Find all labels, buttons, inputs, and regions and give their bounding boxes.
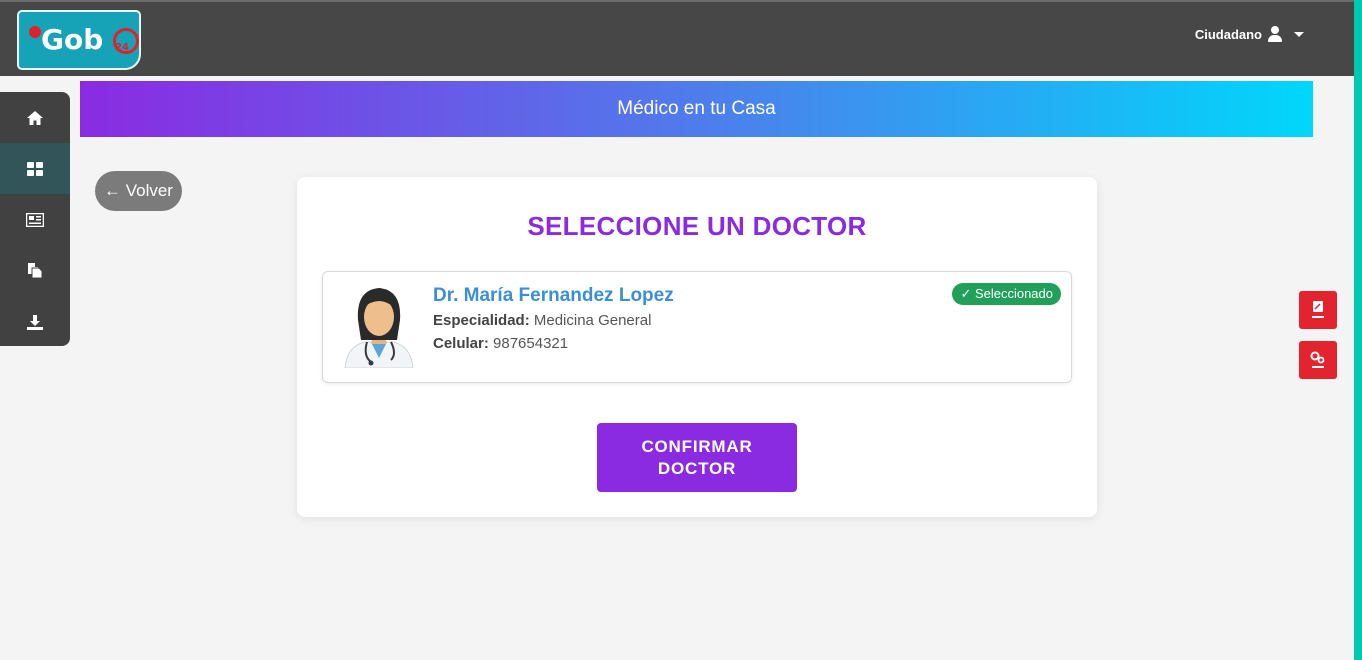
edit-document-icon [1312,301,1324,318]
sidebar-item-download[interactable] [0,296,70,346]
page-banner: Médico en tu Casa [80,81,1313,137]
status-badge: ✓ Seleccionado [952,283,1061,305]
doctor-phone: Celular: 987654321 [433,335,568,352]
logo-dot [29,26,41,38]
sidebar-item-documents[interactable] [0,245,70,296]
gears-icon [1310,351,1325,368]
sidebar-item-dashboard[interactable] [0,143,70,194]
banner-title: Médico en tu Casa [617,98,776,119]
phone-label: Celular: [433,335,489,352]
news-icon [26,212,44,227]
back-button[interactable]: ← Volver [95,171,182,211]
user-label: Ciudadano [1194,26,1262,42]
logo-text: Gob [41,23,104,56]
top-navbar: Gob 24 Ciudadano [0,0,1354,76]
sidebar [0,92,70,346]
doctor-avatar [344,288,414,368]
igob-logo[interactable]: Gob 24 [17,10,141,70]
user-icon [1268,26,1282,42]
dashboard-icon [27,161,43,176]
doctor-selection-card: SELECCIONE UN DOCTOR Dr. María Fernandez… [297,177,1097,517]
user-menu[interactable]: Ciudadano [1195,26,1304,42]
sidebar-item-news[interactable] [0,194,70,245]
confirm-doctor-button[interactable]: CONFIRMAR DOCTOR [597,423,797,492]
phone-value: 987654321 [493,335,569,352]
specialty-label: Especialidad: [433,312,530,329]
floating-settings-button[interactable] [1299,341,1337,379]
specialty-value: Medicina General [533,312,652,329]
home-icon [27,110,43,125]
scrollbar-strip [1354,0,1362,660]
logo-badge: 24 [115,42,129,53]
doctor-list-item[interactable]: Dr. María Fernandez Lopez Especialidad: … [322,271,1072,383]
chevron-down-icon [1294,31,1304,37]
sidebar-item-home[interactable] [0,92,70,143]
documents-icon [28,263,43,279]
floating-edit-button[interactable] [1299,291,1337,329]
doctor-specialty: Especialidad: Medicina General [433,312,651,329]
page-title: SELECCIONE UN DOCTOR [527,211,867,241]
doctor-name: Dr. María Fernandez Lopez [433,285,674,306]
download-icon [27,314,43,330]
